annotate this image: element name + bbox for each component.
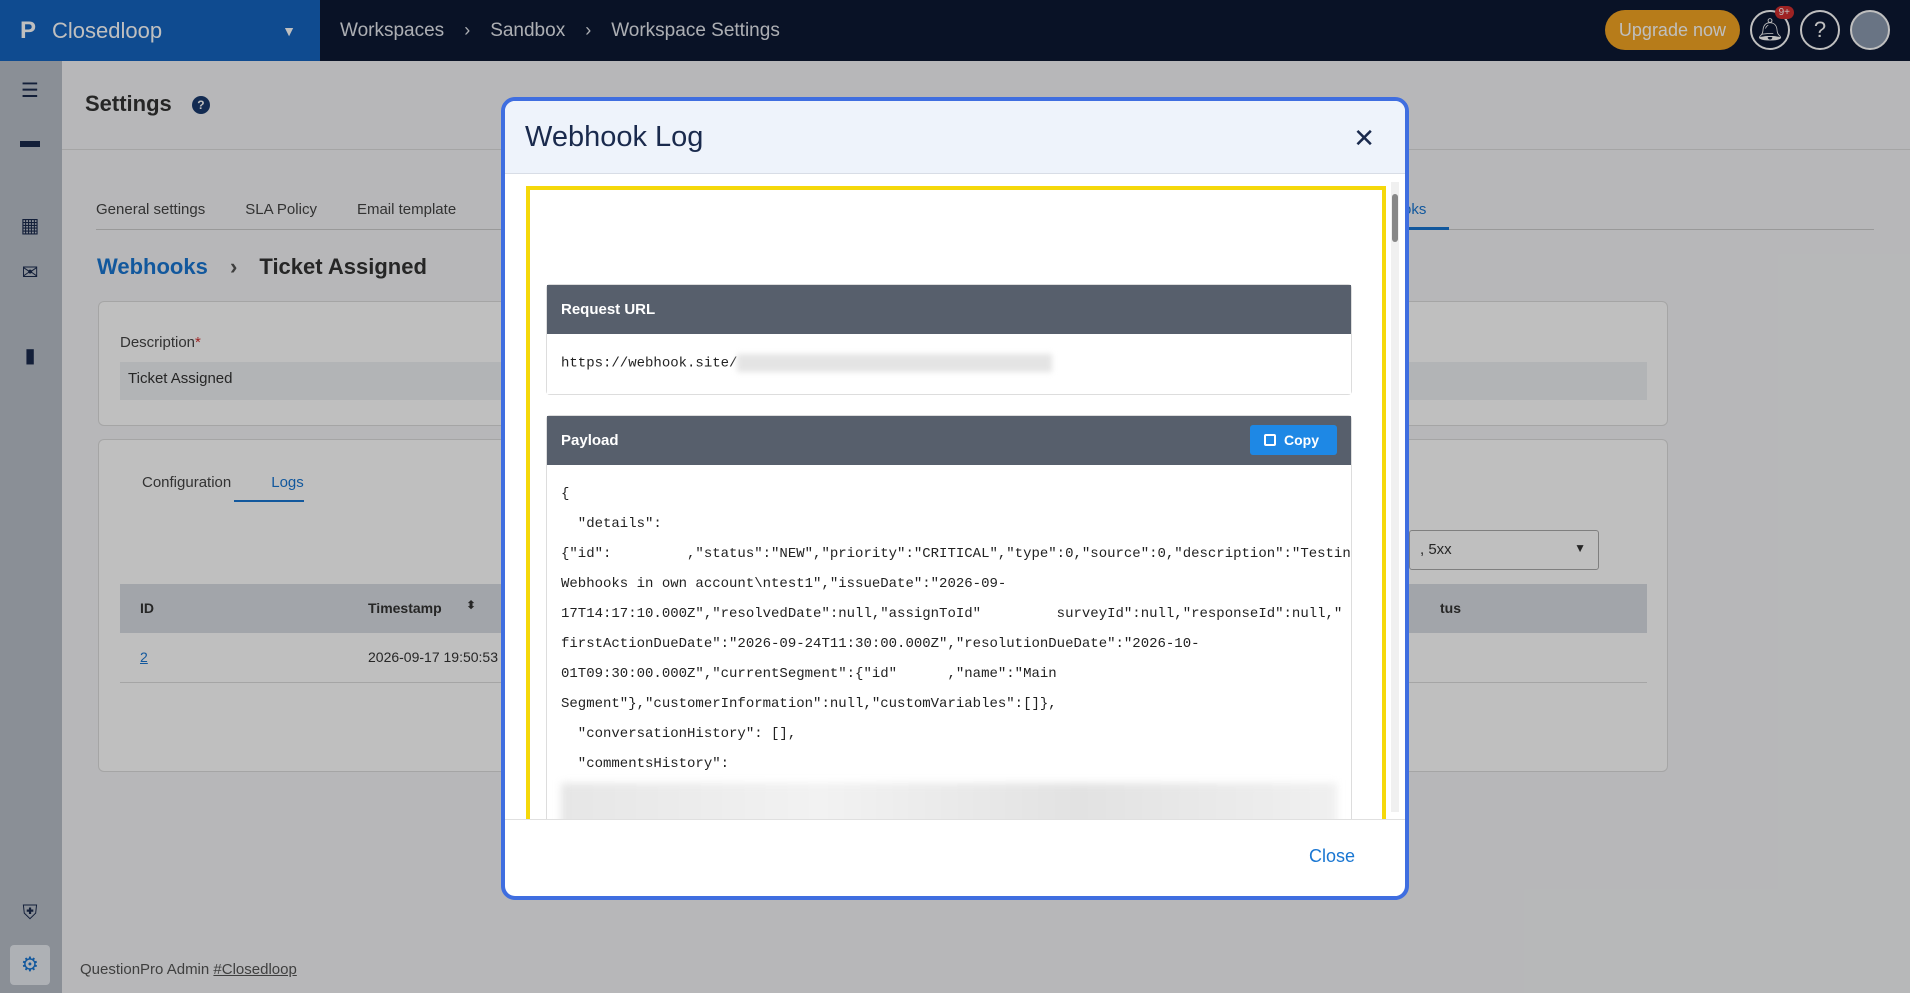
request-url-text: https://webhook.site/ <box>561 355 738 372</box>
request-url-value: https://webhook.site/ <box>547 334 1351 394</box>
payload-label: Payload <box>561 432 619 449</box>
copy-button[interactable]: Copy <box>1250 425 1337 455</box>
scroll-thumb[interactable] <box>1392 194 1398 242</box>
payload-line: "details": <box>561 516 662 532</box>
redacted-block <box>561 783 1337 819</box>
payload-header: Payload Copy <box>547 416 1351 465</box>
copy-label: Copy <box>1284 432 1319 448</box>
redacted-block <box>737 354 1053 372</box>
request-url-header: Request URL <box>547 285 1351 334</box>
modal-body: Request URL https://webhook.site/ Payloa… <box>505 174 1405 819</box>
payload-line: 17T14:17:10.000Z","resolvedDate":null,"a… <box>561 606 1343 622</box>
payload-line: firstActionDueDate":"2026-09-24T11:30:00… <box>561 636 1200 652</box>
close-button[interactable]: Close <box>1309 846 1355 867</box>
modal-header: Webhook Log ✕ <box>505 101 1405 174</box>
payload-line: "conversationHistory": [], <box>561 726 797 742</box>
payload-line: 01T09:30:00.000Z","currentSegment":{"id"… <box>561 666 1057 682</box>
modal-footer-divider <box>505 819 1405 820</box>
close-icon[interactable]: ✕ <box>1353 123 1375 154</box>
payload-line: "commentsHistory": <box>561 756 730 772</box>
request-url-card: Request URL https://webhook.site/ <box>546 284 1352 395</box>
payload-line: { <box>561 486 570 502</box>
payload-card: Payload Copy { "details": {"id": ,"statu… <box>546 415 1352 819</box>
webhook-log-modal: Webhook Log ✕ Request URL https://webhoo… <box>501 97 1409 900</box>
payload-line: {"id": ,"status":"NEW","priority":"CRITI… <box>561 546 1351 562</box>
payload-line: Segment"},"customerInformation":null,"cu… <box>561 696 1057 712</box>
modal-title: Webhook Log <box>525 121 704 153</box>
payload-line: Webhooks in own account\ntest1","issueDa… <box>561 576 1007 592</box>
copy-icon <box>1264 434 1276 446</box>
payload-content[interactable]: { "details": {"id": ,"status":"NEW","pri… <box>547 465 1351 819</box>
scrollbar[interactable] <box>1391 182 1399 812</box>
